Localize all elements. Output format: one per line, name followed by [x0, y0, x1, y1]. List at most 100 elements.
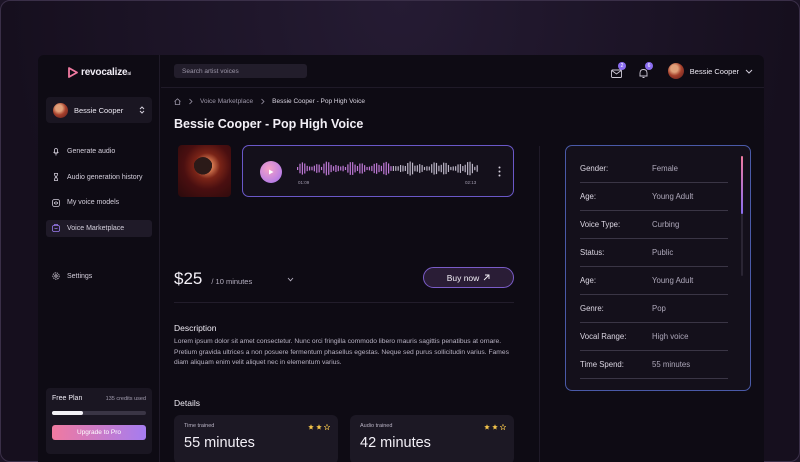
waveform-bar — [299, 163, 301, 174]
breadcrumb: Voice Marketplace Bessie Cooper - Pop Hi… — [174, 98, 365, 105]
user-menu[interactable]: Bessie Cooper — [667, 63, 753, 79]
waveform-bar — [356, 165, 359, 172]
scrollbar-thumb[interactable] — [741, 156, 743, 214]
sidebar-item-voice-marketplace[interactable]: Voice Marketplace — [46, 219, 152, 237]
divider — [539, 146, 540, 462]
sidebar-nav: Generate audio Audio generation history … — [46, 143, 152, 245]
notifications-button[interactable]: 6 — [638, 62, 653, 78]
breadcrumb-link[interactable]: Voice Marketplace — [200, 98, 253, 105]
waveform-bar — [373, 163, 375, 174]
page-title: Bessie Cooper - Pop High Voice — [174, 117, 364, 131]
waveform-bar — [318, 164, 320, 173]
waveform-bar — [471, 163, 474, 174]
waveform-bar — [438, 165, 440, 172]
stat-label: Time trained — [184, 423, 215, 429]
waveform-bar — [457, 164, 459, 173]
description-text: Lorem ipsum dolor sit amet consectetur. … — [174, 338, 509, 366]
star-filled-icon — [492, 424, 498, 430]
buy-now-label: Buy now — [446, 272, 480, 283]
mail-count-badge: 2 — [618, 62, 626, 70]
info-row-age: Age: Young Adult — [580, 183, 728, 211]
waveform-bar — [347, 164, 349, 173]
account-switcher[interactable]: Bessie Cooper — [46, 97, 152, 123]
sidebar: revocalizeai Bessie Cooper Generate audi… — [38, 55, 160, 462]
waveform-bar — [366, 166, 368, 171]
waveform-bar — [411, 162, 414, 175]
waveform-bar — [311, 166, 313, 171]
chevron-down-icon — [745, 69, 753, 74]
brand-logo[interactable]: revocalizeai — [68, 67, 131, 78]
info-value: Female — [652, 164, 678, 173]
stat-card-time-trained: Time trained 55 minutes — [174, 415, 338, 462]
waveform-bar — [407, 162, 409, 175]
waveform-bar — [376, 163, 378, 174]
waveform-bar — [323, 163, 325, 174]
play-button[interactable] — [260, 161, 282, 183]
credits-progress-fill — [52, 411, 84, 415]
waveform-bar — [320, 166, 323, 171]
home-icon[interactable] — [174, 98, 181, 105]
rating-stars — [308, 424, 330, 430]
logo-play-icon — [68, 67, 78, 78]
info-value: High voice — [652, 332, 689, 341]
more-options-icon[interactable] — [498, 166, 501, 177]
waveform-bar — [344, 166, 347, 170]
info-value: Young Adult — [652, 192, 694, 201]
waveform-bar — [364, 165, 366, 172]
marketplace-icon — [52, 224, 60, 232]
waveform-bar — [395, 166, 397, 171]
sidebar-item-label: Voice Marketplace — [67, 224, 125, 232]
waveform-bar — [464, 164, 466, 173]
waveform-bar — [397, 166, 399, 171]
info-key: Age: — [580, 276, 597, 285]
sidebar-item-generate-audio[interactable]: Generate audio — [46, 143, 152, 160]
search-input[interactable] — [174, 64, 307, 78]
sidebar-item-voice-models[interactable]: My voice models — [46, 194, 152, 211]
waveform-bar — [340, 166, 342, 171]
waveform[interactable] — [297, 160, 479, 177]
arrow-up-right-icon — [483, 274, 490, 281]
window-frame: revocalizeai Bessie Cooper Generate audi… — [0, 0, 800, 462]
app-window: revocalizeai Bessie Cooper Generate audi… — [38, 55, 764, 462]
sidebar-item-settings[interactable]: Settings — [52, 272, 92, 280]
sidebar-item-history[interactable]: Audio generation history — [46, 169, 152, 186]
waveform-bar — [450, 166, 452, 171]
waveform-bar — [433, 162, 435, 175]
chevron-down-icon[interactable] — [287, 277, 294, 282]
stat-card-audio-trained: Audio trained 42 minutes — [350, 415, 514, 462]
info-row-age: Age: Young Adult — [580, 267, 728, 295]
waveform-bar — [423, 166, 426, 171]
waveform-bar — [332, 166, 335, 171]
waveform-bar — [459, 164, 462, 173]
waveform-bar — [392, 166, 394, 172]
account-name: Bessie Cooper — [74, 105, 124, 115]
star-filled-icon — [316, 424, 322, 430]
info-key: Age: — [580, 192, 597, 201]
time-total: 02:13 — [465, 180, 477, 185]
waveform-bar — [416, 165, 418, 172]
info-value: Young Adult — [652, 276, 694, 285]
buy-now-button[interactable]: Buy now — [423, 267, 514, 288]
waveform-bar — [349, 162, 351, 175]
stat-value: 42 minutes — [360, 435, 431, 451]
waveform-bar — [440, 164, 442, 173]
waveform-bar — [445, 162, 447, 175]
waveform-bar — [337, 165, 339, 172]
upgrade-button[interactable]: Upgrade to Pro — [52, 425, 146, 440]
waveform-bar — [385, 161, 387, 176]
waveform-bar — [304, 163, 306, 174]
waveform-bar — [402, 165, 404, 172]
waveform-bar — [467, 162, 469, 175]
sidebar-item-label: Audio generation history — [67, 173, 143, 181]
waveform-bar — [378, 164, 380, 173]
waveform-bar — [308, 166, 311, 171]
scrollbar[interactable] — [741, 156, 743, 276]
star-empty-icon — [500, 424, 506, 430]
info-key: Genre: — [580, 304, 604, 313]
waveform-bar — [361, 163, 363, 174]
waveform-bar — [342, 165, 344, 172]
waveform-bar — [452, 166, 454, 171]
waveform-bar — [414, 165, 416, 172]
waveform-bar — [474, 166, 476, 171]
mail-button[interactable]: 2 — [611, 62, 626, 78]
